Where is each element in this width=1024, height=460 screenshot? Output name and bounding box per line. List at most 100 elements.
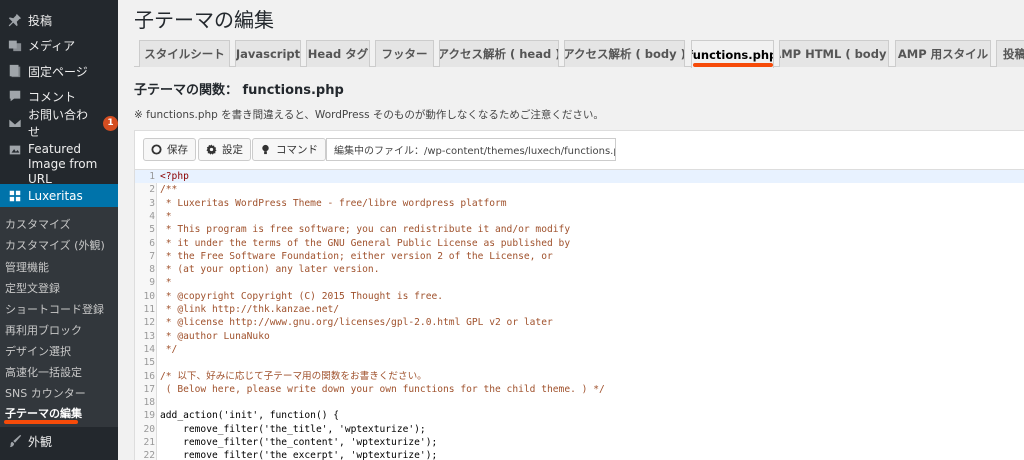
code-line[interactable]: 9 * <box>135 276 1024 289</box>
line-number: 6 <box>149 237 155 249</box>
comment-icon <box>5 89 25 103</box>
code-line[interactable]: 4 * <box>135 210 1024 223</box>
code-text: * Luxeritas WordPress Theme - free/libre… <box>160 197 507 209</box>
submenu-management[interactable]: 管理機能 <box>5 259 49 275</box>
code-text: * @link http://thk.kanzae.net/ <box>160 304 340 315</box>
mail-icon <box>5 116 25 130</box>
code-text: remove_filter('the_content', 'wptexturiz… <box>160 437 438 448</box>
submenu-phrases[interactable]: 定型文登録 <box>5 280 60 296</box>
tab-amp-html-body[interactable]: AMP HTML ( body ) <box>779 40 889 67</box>
code-line[interactable]: 5 * This program is free software; you c… <box>135 223 1024 236</box>
code-line[interactable]: 11 * @link http://thk.kanzae.net/ <box>135 303 1024 316</box>
code-text: remove_filter('the_title', 'wptexturize'… <box>160 423 426 435</box>
submenu-reusable-blocks[interactable]: 再利用ブロック <box>5 322 82 338</box>
code-line[interactable]: 8 * (at your option) any later version. <box>135 263 1024 276</box>
line-number: 2 <box>149 184 155 196</box>
code-editor[interactable]: 1 <?php 2/** 3 * Luxeritas WordPress Theme … <box>135 169 1024 460</box>
code-text: /* 以下、好みに応じて子テーマ用の関数をお書きください。 <box>160 370 427 382</box>
code-line[interactable]: 1 <?php <box>135 170 1024 184</box>
code-text: * <box>160 210 172 222</box>
tab-post[interactable]: 投稿 <box>996 40 1024 67</box>
line-number: 21 <box>143 437 155 448</box>
admin-sidebar: 投稿 メディア 固定ページ コメント お問い合わせ 1 Featured Ima… <box>0 0 118 460</box>
code-text: * it under the terms of the GNU General … <box>160 237 571 249</box>
notification-badge: 1 <box>103 115 118 131</box>
tab-javascript[interactable]: Javascript <box>235 40 301 67</box>
tab-analytics-body[interactable]: アクセス解析 ( body ) <box>564 40 685 67</box>
line-number: 12 <box>143 317 155 329</box>
lightbulb-icon <box>262 144 269 155</box>
line-number: 17 <box>143 383 155 395</box>
menu-item-contact[interactable]: お問い合わせ 1 <box>0 108 118 139</box>
command-button[interactable]: コマンド <box>252 138 326 161</box>
line-number: 19 <box>143 410 155 422</box>
settings-button[interactable]: 設定 <box>198 138 251 161</box>
tab-analytics-head[interactable]: アクセス解析 ( head ) <box>439 40 559 67</box>
submenu-child-theme-edit[interactable]: 子テーマの編集 <box>5 405 82 421</box>
media-icon <box>5 38 25 52</box>
tab-stylesheet[interactable]: スタイルシート <box>139 40 230 67</box>
code-text: * @author LunaNuko <box>160 330 270 342</box>
code-text: * <box>160 277 172 289</box>
save-button[interactable]: 保存 <box>143 138 196 161</box>
line-number: 4 <box>149 210 155 222</box>
code-line[interactable]: 14 */ <box>135 343 1024 356</box>
code-line[interactable]: 17 ( Below here, please write down your … <box>135 383 1024 396</box>
pin-icon <box>5 13 25 27</box>
line-number: 8 <box>149 264 155 276</box>
code-line[interactable]: 21 remove_filter('the_content', 'wptextu… <box>135 436 1024 449</box>
code-line[interactable]: 12 * @license http://www.gnu.org/license… <box>135 316 1024 329</box>
code-text: <?php <box>160 171 189 182</box>
code-line[interactable]: 13 * @author LunaNuko <box>135 330 1024 343</box>
submenu-customize-appearance[interactable]: カスタマイズ (外観) <box>5 237 105 253</box>
code-line[interactable]: 7 * the Free Software Foundation; either… <box>135 250 1024 263</box>
line-number: 7 <box>149 250 155 262</box>
code-text: * This program is free software; you can… <box>160 224 571 236</box>
menu-item-appearance[interactable]: 外観 <box>0 431 118 451</box>
submenu-customize[interactable]: カスタマイズ <box>5 216 71 232</box>
line-number: 3 <box>149 197 155 209</box>
line-number: 5 <box>149 224 155 236</box>
gear-icon <box>206 144 217 155</box>
code-line[interactable]: 19 add_action('init', function() { <box>135 409 1024 422</box>
line-number: 18 <box>143 397 155 409</box>
code-line[interactable]: 16 /* 以下、好みに応じて子テーマ用の関数をお書きください。 <box>135 370 1024 383</box>
page-icon <box>5 64 25 78</box>
code-line[interactable]: 18 <box>135 396 1024 409</box>
code-text: * the Free Software Foundation; either v… <box>160 250 553 262</box>
code-line[interactable]: 22 remove_filter('the_excerpt', 'wptextu… <box>135 449 1024 460</box>
code-line[interactable]: 3 * Luxeritas WordPress Theme - free/lib… <box>135 197 1024 210</box>
section-title: 子テーマの関数： functions.php <box>134 83 344 98</box>
submenu-speedup[interactable]: 高速化一括設定 <box>5 364 82 380</box>
tab-head[interactable]: Head タグ <box>306 40 370 67</box>
circle-icon <box>151 144 162 155</box>
editor-panel: 保存 設定 コマンド 編集中のファイル：/wp-content/themes/l… <box>134 130 1024 460</box>
code-text: ( Below here, please write down your own… <box>160 383 605 395</box>
tab-footer[interactable]: フッター <box>375 40 434 67</box>
code-line[interactable]: 2 /** <box>135 183 1024 196</box>
image-icon <box>5 143 25 157</box>
menu-item-pages[interactable]: 固定ページ <box>0 61 118 81</box>
menu-item-featured-image[interactable]: Featured Image from URL <box>0 142 118 186</box>
code-line[interactable]: 15 <box>135 356 1024 369</box>
theme-icon <box>5 189 25 203</box>
code-line[interactable]: 10 * @copyright Copyright (C) 2015 Thoug… <box>135 290 1024 303</box>
code-text: add_action('init', function() { <box>160 410 340 422</box>
brush-icon <box>5 434 25 448</box>
line-number: 15 <box>143 357 155 369</box>
submenu-sns-counter[interactable]: SNS カウンター <box>5 385 86 401</box>
menu-item-media[interactable]: メディア <box>0 35 118 55</box>
submenu-shortcodes[interactable]: ショートコード登録 <box>5 301 104 317</box>
code-text: remove_filter('the_excerpt', 'wptexturiz… <box>160 450 438 460</box>
line-number: 1 <box>149 171 155 182</box>
warning-notice: ※ functions.php を書き間違えると、WordPress そのものが… <box>134 109 604 121</box>
submenu-design[interactable]: デザイン選択 <box>5 343 71 359</box>
tab-amp-style[interactable]: AMP 用スタイル <box>895 40 991 67</box>
highlight-underline-submenu <box>4 420 78 424</box>
menu-item-luxeritas[interactable]: Luxeritas <box>0 184 118 207</box>
code-line[interactable]: 6 * it under the terms of the GNU Genera… <box>135 237 1024 250</box>
line-number: 22 <box>143 450 155 460</box>
menu-item-comments[interactable]: コメント <box>0 86 118 106</box>
menu-item-posts[interactable]: 投稿 <box>0 10 118 30</box>
code-line[interactable]: 20 remove_filter('the_title', 'wptexturi… <box>135 423 1024 436</box>
